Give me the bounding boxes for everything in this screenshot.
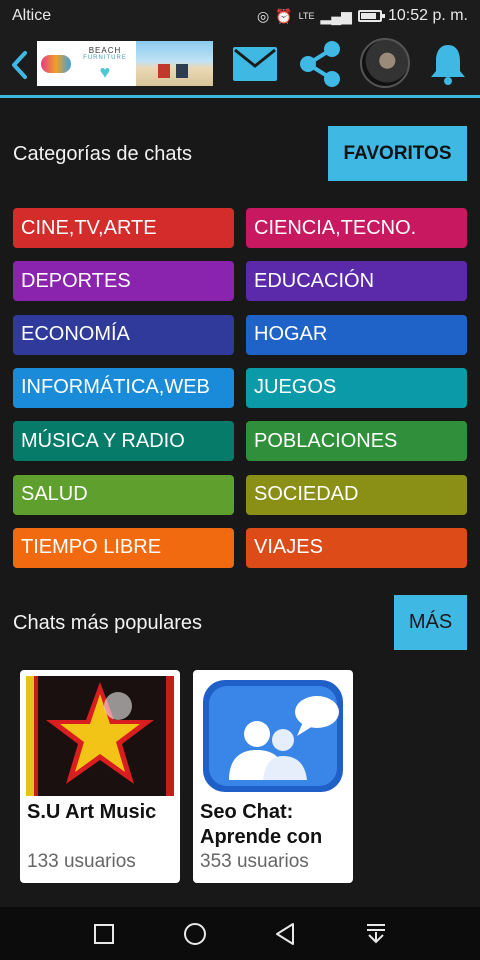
- category-button[interactable]: JUEGOS: [246, 367, 467, 408]
- status-bar: Altice ◎ ⏰ LTE ▂▄▆ 10:52 p. m.: [0, 0, 480, 32]
- home-icon[interactable]: [180, 919, 210, 949]
- recent-apps-icon[interactable]: [89, 919, 119, 949]
- chat-card-image: [199, 676, 347, 796]
- app-bar: BEACH FURNITURE ♥: [0, 32, 480, 98]
- chat-card-name: Seo Chat: Aprende con: [200, 801, 323, 848]
- chat-card[interactable]: S.U Art Music 133 usuarios: [20, 670, 180, 883]
- user-avatar[interactable]: [360, 38, 410, 88]
- ad-brand: BEACH: [88, 46, 122, 55]
- more-button[interactable]: MÁS: [394, 595, 467, 650]
- category-button[interactable]: ECONOMÍA: [13, 314, 234, 355]
- category-button[interactable]: SALUD: [13, 474, 234, 515]
- ad-banner[interactable]: BEACH FURNITURE ♥: [37, 41, 213, 86]
- clock: 10:52 p. m.: [387, 7, 468, 24]
- battery-icon: [357, 10, 385, 22]
- categories-title: Categorías de chats: [13, 143, 192, 165]
- category-button[interactable]: INFORMÁTICA,WEB: [13, 367, 234, 408]
- ad-brand-block: BEACH FURNITURE ♥: [74, 41, 136, 86]
- network-type-label: LTE: [298, 11, 315, 21]
- ad-subbrand: FURNITURE: [83, 55, 127, 61]
- chat-card[interactable]: Seo Chat: Aprende con 353 usuarios: [193, 670, 353, 883]
- category-button[interactable]: DEPORTES: [13, 261, 234, 302]
- mail-icon[interactable]: [232, 46, 278, 82]
- popular-title: Chats más populares: [13, 612, 202, 634]
- favorites-button[interactable]: FAVORITOS: [328, 126, 467, 181]
- category-button[interactable]: VIAJES: [246, 527, 467, 568]
- category-button[interactable]: EDUCACIÓN: [246, 261, 467, 302]
- system-nav-bar: [0, 907, 480, 960]
- alarm-icon: ⏰: [275, 7, 293, 24]
- signal-icon: ▂▄▆: [320, 7, 352, 24]
- share-icon[interactable]: [297, 40, 343, 88]
- status-icons: ◎ ⏰ LTE ▂▄▆ 10:52 p. m.: [257, 7, 468, 25]
- back-icon[interactable]: [270, 919, 300, 949]
- category-button[interactable]: MÚSICA Y RADIO: [13, 421, 234, 462]
- chat-card-users: 133 usuarios: [27, 851, 136, 872]
- battery-level: [360, 13, 377, 19]
- notifications-pull-icon[interactable]: [361, 919, 391, 949]
- carrier-label: Altice: [12, 7, 52, 24]
- chat-card-users: 353 usuarios: [200, 851, 309, 872]
- category-button[interactable]: HOGAR: [246, 314, 467, 355]
- back-arrow-icon[interactable]: [8, 48, 30, 82]
- category-button[interactable]: CIENCIA,TECNO.: [246, 208, 467, 248]
- ad-photo: [136, 41, 213, 86]
- heart-icon: ♥: [99, 62, 111, 82]
- category-button[interactable]: POBLACIONES: [246, 421, 467, 462]
- ad-logo: [37, 41, 74, 86]
- hotspot-icon: ◎: [257, 7, 270, 24]
- chat-card-name: S.U Art Music: [27, 801, 157, 823]
- bell-icon[interactable]: [428, 42, 468, 86]
- category-button[interactable]: CINE,TV,ARTE: [13, 208, 234, 248]
- category-button[interactable]: TIEMPO LIBRE: [13, 527, 234, 568]
- star-logo-icon: [26, 676, 174, 796]
- chat-bubble-logo-icon: [199, 676, 347, 796]
- category-button[interactable]: SOCIEDAD: [246, 474, 467, 515]
- chat-card-image: [26, 676, 174, 796]
